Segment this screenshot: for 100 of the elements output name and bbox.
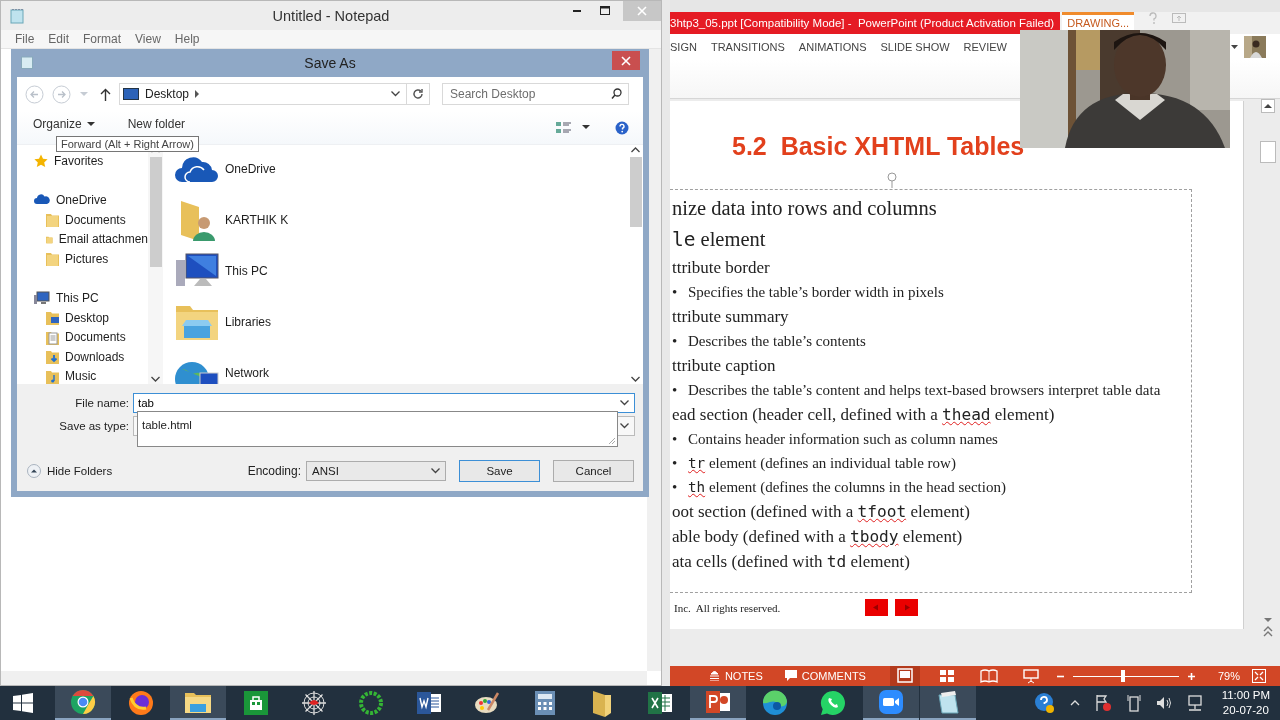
- scrollbar[interactable]: [628, 145, 643, 384]
- caret-icon[interactable]: [1231, 45, 1238, 49]
- resize-grip-icon[interactable]: [608, 437, 616, 445]
- palette-icon: [473, 690, 500, 716]
- zoom-level[interactable]: 79%: [1217, 670, 1240, 682]
- fit-to-window-icon[interactable]: [1252, 669, 1266, 683]
- comments-button[interactable]: COMMENTS: [784, 670, 866, 682]
- address-bar[interactable]: Desktop: [119, 83, 407, 105]
- zoom-slider[interactable]: [1072, 670, 1179, 682]
- tree-item[interactable]: Downloads: [17, 346, 148, 367]
- autocomplete-option[interactable]: table.html: [142, 419, 192, 431]
- normal-view-icon[interactable]: [889, 666, 920, 686]
- refresh-button[interactable]: [407, 83, 430, 105]
- clock-date[interactable]: 20-07-20: [1222, 703, 1269, 718]
- tree-item[interactable]: Documents: [17, 209, 148, 230]
- clock-time[interactable]: 11:00 PM: [1221, 688, 1270, 703]
- ribbon-tab[interactable]: REVIEW: [956, 41, 1014, 53]
- bullet: •: [672, 283, 679, 302]
- ribbon-tab[interactable]: SLIDE SHOW: [873, 41, 957, 53]
- tree-item[interactable]: Music: [17, 366, 148, 384]
- scroll-thumb[interactable]: [629, 157, 642, 227]
- organize-button[interactable]: Organize: [33, 117, 95, 131]
- star-icon: [34, 153, 48, 168]
- scroll-down-icon[interactable]: [151, 376, 160, 382]
- help-icon[interactable]: [1033, 692, 1056, 714]
- new-folder-button[interactable]: New folder: [127, 117, 186, 131]
- ribbon-tab[interactable]: TRANSITIONS: [703, 41, 792, 53]
- maximize-icon: [600, 6, 610, 16]
- notepad-icon: [21, 56, 33, 69]
- zoom-in-icon[interactable]: [1186, 671, 1196, 681]
- cancel-button[interactable]: Cancel: [553, 460, 634, 482]
- location-item[interactable]: This PC: [173, 245, 628, 296]
- slider-thumb[interactable]: [1120, 670, 1125, 682]
- bullet: •: [672, 332, 679, 351]
- scroll-thumb[interactable]: [1260, 141, 1276, 163]
- taskbar-app[interactable]: [862, 686, 919, 720]
- bullet: •: [672, 381, 679, 400]
- search-field[interactable]: Search Desktop: [442, 83, 629, 105]
- computer-icon: [34, 290, 50, 305]
- location-item[interactable]: Libraries: [173, 296, 628, 347]
- tree-item[interactable]: Favorites: [17, 151, 148, 171]
- ribbon-tab[interactable]: ANIMATIONS: [791, 41, 874, 53]
- rotate-handle-icon[interactable]: [886, 172, 898, 188]
- menu-item[interactable]: Format: [76, 32, 129, 46]
- notepad-icon: [935, 689, 962, 715]
- folder-icon: [46, 212, 59, 228]
- save-button[interactable]: Save: [459, 460, 540, 482]
- scroll-down-icon[interactable]: [631, 376, 640, 382]
- tree-item[interactable]: OneDrive: [17, 190, 148, 210]
- tree-item[interactable]: Email attachmen: [17, 229, 148, 249]
- scroll-up-icon[interactable]: [1261, 99, 1275, 113]
- network-icon[interactable]: [1185, 694, 1204, 712]
- ribbon-tab[interactable]: SIGN: [670, 41, 704, 53]
- desktop-icon: [123, 88, 139, 100]
- taskbar-app[interactable]: [920, 686, 977, 720]
- location-item[interactable]: KARTHIK K: [173, 194, 628, 245]
- field-label: File name:: [74, 397, 130, 409]
- shopping-bag-icon: [244, 691, 269, 715]
- battery-plug-icon[interactable]: [1125, 694, 1142, 712]
- hide-folders-button[interactable]: Hide Folders: [27, 464, 113, 478]
- tree-item[interactable]: Desktop: [17, 307, 148, 328]
- scroll-up-icon[interactable]: [631, 147, 640, 153]
- menu-item[interactable]: View: [128, 32, 168, 46]
- scrollbar[interactable]: [647, 49, 661, 671]
- next-slide-icon[interactable]: [1261, 626, 1275, 638]
- chevron-up-icon[interactable]: [1069, 700, 1080, 706]
- text-box[interactable]: [670, 189, 1192, 593]
- menu-item[interactable]: Edit: [41, 32, 77, 46]
- tree-item[interactable]: Pictures: [17, 248, 148, 269]
- menu-item[interactable]: File: [8, 32, 42, 46]
- start-button[interactable]: [13, 693, 33, 713]
- up-arrow-button[interactable]: [100, 87, 111, 101]
- next-slide-button[interactable]: [895, 599, 919, 616]
- file-name-field[interactable]: tab: [133, 393, 635, 413]
- tree-item[interactable]: This PC: [17, 288, 148, 308]
- notes-button[interactable]: NOTES: [708, 670, 763, 682]
- caret-icon[interactable]: [582, 125, 590, 130]
- slide-title: 5.2 Basic XHTML Tables: [732, 132, 1025, 161]
- browser-globe-icon: [127, 690, 154, 716]
- scroll-thumb[interactable]: [149, 157, 162, 267]
- menu-item[interactable]: Help: [167, 32, 207, 46]
- view-options-icon[interactable]: [556, 120, 572, 135]
- taskbar-app[interactable]: [170, 686, 227, 720]
- scrollbar[interactable]: [1, 671, 647, 685]
- notepad-icon: [10, 7, 24, 24]
- close-button[interactable]: [612, 51, 640, 70]
- previous-slide-button[interactable]: [865, 599, 889, 616]
- taskbar-app[interactable]: [55, 686, 111, 720]
- flag-icon[interactable]: [1093, 694, 1112, 712]
- encoding-dropdown[interactable]: ANSI: [306, 461, 446, 481]
- bullet-text: Describes the table’s contents: [688, 332, 867, 351]
- field-label: Save as type:: [58, 420, 130, 432]
- tree-item[interactable]: Documents: [17, 327, 148, 347]
- context-tab[interactable]: DRAWING...: [1062, 12, 1135, 30]
- window-title: 3htp3_05.ppt [Compatibility Mode] - PowerPoint (Product Activation Failed): [670, 17, 1055, 29]
- taskbar-app[interactable]: [689, 686, 746, 720]
- document-app-icon: [416, 691, 443, 715]
- volume-icon[interactable]: [1155, 695, 1172, 711]
- spreadsheet-app-icon: [646, 691, 673, 715]
- refresh-icon: [412, 88, 424, 100]
